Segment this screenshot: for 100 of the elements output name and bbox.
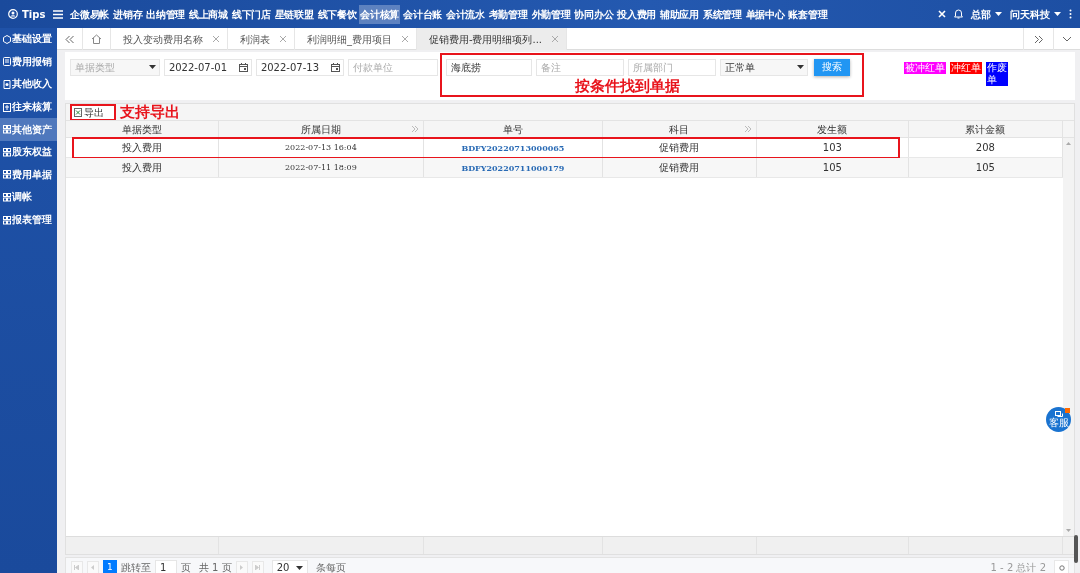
sidebar-item[interactable]: 股东权益: [0, 140, 57, 164]
table-cell: 投入费用: [65, 138, 219, 157]
order-link[interactable]: BDFY20220713000065: [423, 138, 603, 157]
excel-icon: [73, 107, 82, 117]
select-field[interactable]: 正常单: [719, 59, 808, 76]
annotation-text: 按条件找到单据: [575, 79, 681, 94]
legend-tag: 作废单: [985, 62, 1008, 86]
legend-tag: 被冲红单: [903, 62, 946, 74]
select-field[interactable]: 单据类型: [69, 59, 160, 76]
column-header[interactable]: 单据类型: [65, 121, 219, 137]
caret-icon: [295, 564, 303, 571]
table-cell: 促销费用: [602, 158, 757, 177]
more-icon[interactable]: [1069, 9, 1072, 19]
caret-icon: [796, 64, 804, 70]
pager-text: 页: [180, 561, 191, 573]
page-size-select[interactable]: 20: [271, 559, 308, 573]
nav-item[interactable]: 企微易帐: [69, 4, 111, 24]
next-page-button[interactable]: [235, 560, 248, 573]
input-field[interactable]: 海底捞: [445, 59, 532, 76]
first-page-icon: [74, 565, 80, 570]
tab[interactable]: 利润明细_费用项目: [294, 28, 417, 50]
column-header[interactable]: 单号: [423, 121, 603, 137]
table-cell: 促销费用: [602, 138, 757, 157]
date-field[interactable]: 2022-07-01: [163, 59, 252, 76]
legend-tag: 冲红单: [949, 62, 982, 74]
export-button[interactable]: 导出: [71, 105, 114, 119]
nav-item[interactable]: 进销存: [112, 4, 144, 24]
sidebar-item[interactable]: 其他资产: [0, 118, 57, 141]
table-cell: 105: [756, 158, 909, 177]
chat-icon: [1054, 411, 1063, 418]
scrollbar-thumb[interactable]: [1074, 535, 1078, 563]
sidebar-item[interactable]: 基础设置: [0, 28, 57, 51]
column-header[interactable]: 发生额: [756, 121, 909, 137]
refresh-icon: [1058, 564, 1065, 571]
column-header[interactable]: 所属日期: [218, 121, 424, 137]
page-button[interactable]: 1: [102, 559, 117, 573]
refresh-button[interactable]: [1054, 560, 1069, 573]
resize-icon: [410, 125, 419, 133]
first-page-button[interactable]: [70, 560, 83, 573]
date-field[interactable]: 2022-07-13: [255, 59, 344, 76]
order-link[interactable]: BDFY20220711000179: [423, 158, 603, 177]
input-field[interactable]: 备注: [535, 59, 624, 76]
nav-item[interactable]: 会计流水: [444, 4, 486, 24]
table-cell: 103: [756, 138, 909, 157]
nav-item[interactable]: 协同办公: [573, 4, 615, 24]
table-cell: 208: [908, 138, 1063, 157]
next-page-icon: [239, 565, 245, 570]
pager-text: 跳转至: [120, 561, 151, 573]
page-input[interactable]: 1: [154, 559, 177, 573]
prev-page-button[interactable]: [86, 560, 99, 573]
sidebar-item[interactable]: 调帐: [0, 186, 57, 209]
input-field[interactable]: 付款单位: [347, 59, 438, 76]
nav-item[interactable]: 会计台账: [402, 4, 443, 24]
nav-item[interactable]: 线下餐饮: [316, 4, 358, 24]
nav-item[interactable]: 投入费用: [616, 4, 658, 24]
nav-item[interactable]: 外勤管理: [530, 4, 572, 24]
grid-icon: [3, 192, 11, 202]
sidebar-item[interactable]: 往来核算: [0, 95, 57, 119]
sidebar-item[interactable]: 费用单据: [0, 163, 57, 187]
grid-icon: [3, 215, 11, 225]
table-cell: 2022-07-13 16:04: [218, 138, 424, 157]
column-header[interactable]: 科目: [602, 121, 757, 137]
scroll-right-button[interactable]: [1023, 28, 1054, 50]
grid-icon: [3, 125, 11, 135]
user-icon: [8, 9, 18, 19]
nav-item[interactable]: 会计核算: [359, 4, 401, 24]
sidebar-item[interactable]: 其他收入: [0, 73, 57, 96]
scroll-down-icon[interactable]: [1065, 529, 1071, 532]
nav-item[interactable]: 线下门店: [230, 4, 272, 24]
last-page-button[interactable]: [251, 560, 264, 573]
menu-icon[interactable]: [53, 9, 64, 19]
input-field[interactable]: 所属部门: [627, 59, 716, 76]
column-header[interactable]: 累计金额: [908, 121, 1063, 137]
nav-item[interactable]: 辅助应用: [659, 4, 700, 24]
table-row[interactable]: 投入费用 2022-07-11 18:09 BDFY20220711000179 促销费用 105 105: [65, 158, 1063, 178]
nav-item[interactable]: 账套管理: [787, 4, 829, 24]
sidebar-item[interactable]: 费用报销: [0, 50, 57, 74]
tab[interactable]: 促销费用-费用明细项列...: [416, 28, 568, 50]
tab[interactable]: 利润表: [227, 28, 295, 50]
grid-icon: [3, 170, 11, 180]
sidebar-item[interactable]: 报表管理: [0, 208, 57, 232]
prev-page-icon: [90, 565, 96, 570]
chevron-down-icon: [1062, 36, 1072, 42]
scroll-up-icon[interactable]: [1065, 142, 1071, 145]
nav-item[interactable]: 系统管理: [701, 4, 743, 24]
nav-item[interactable]: 线上商城: [188, 4, 229, 24]
nav-item[interactable]: 出纳管理: [145, 4, 187, 24]
company-dropdown[interactable]: 问天科技: [1010, 6, 1061, 22]
pager-text: 条每页: [315, 561, 346, 573]
table-cell: 105: [908, 158, 1063, 177]
resize-icon: [743, 125, 752, 133]
receipt-icon: [3, 57, 11, 67]
nav-item[interactable]: 星链联盟: [273, 4, 315, 24]
org-dropdown[interactable]: 总部: [971, 6, 1002, 22]
double-chevron-right-icon: [1034, 34, 1043, 44]
nav-item[interactable]: 考勤管理: [487, 4, 529, 24]
bell-icon[interactable]: [954, 9, 963, 19]
tab[interactable]: 投入变动费用名称: [110, 28, 228, 50]
caret-icon: [995, 11, 1002, 17]
nav-item[interactable]: 单据中心: [744, 4, 786, 24]
